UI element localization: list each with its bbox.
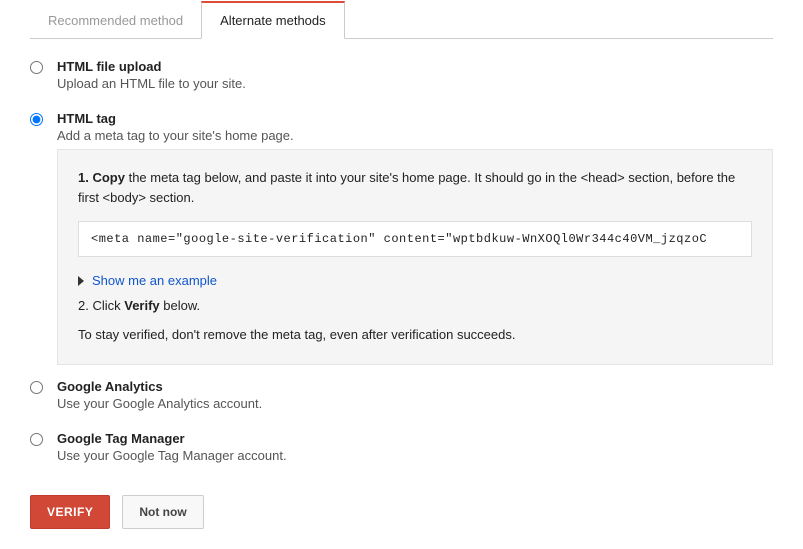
example-link-row: Show me an example	[78, 273, 752, 288]
step2-bold: Verify	[124, 298, 159, 313]
tab-alternate[interactable]: Alternate methods	[201, 1, 345, 39]
option-desc: Use your Google Tag Manager account.	[57, 448, 773, 463]
stay-verified-text: To stay verified, don't remove the meta …	[78, 327, 752, 342]
show-example-link[interactable]: Show me an example	[92, 273, 217, 288]
option-title: Google Tag Manager	[57, 431, 773, 446]
not-now-button[interactable]: Not now	[122, 495, 203, 529]
step1-rest: the meta tag below, and paste it into yo…	[78, 170, 735, 205]
option-desc: Upload an HTML file to your site.	[57, 76, 773, 91]
option-title: HTML tag	[57, 111, 773, 126]
step2-pre: 2. Click	[78, 298, 124, 313]
tab-recommended[interactable]: Recommended method	[30, 1, 201, 39]
meta-code-box[interactable]: <meta name="google-site-verification" co…	[78, 221, 752, 257]
step2-text: 2. Click Verify below.	[78, 298, 752, 313]
option-tag-manager[interactable]: Google Tag Manager Use your Google Tag M…	[30, 431, 773, 469]
detail-box: 1. Copy the meta tag below, and paste it…	[57, 149, 773, 365]
radio-html-file[interactable]	[30, 61, 43, 74]
option-analytics[interactable]: Google Analytics Use your Google Analyti…	[30, 379, 773, 417]
triangle-right-icon	[78, 276, 84, 286]
option-desc: Add a meta tag to your site's home page.	[57, 128, 773, 143]
step2-post: below.	[160, 298, 200, 313]
step1-text: 1. Copy the meta tag below, and paste it…	[78, 168, 752, 207]
radio-analytics[interactable]	[30, 381, 43, 394]
verify-button[interactable]: VERIFY	[30, 495, 110, 529]
tabs-bar: Recommended method Alternate methods	[30, 0, 773, 39]
option-html-tag[interactable]: HTML tag Add a meta tag to your site's h…	[30, 111, 773, 365]
option-html-file[interactable]: HTML file upload Upload an HTML file to …	[30, 59, 773, 97]
option-title: Google Analytics	[57, 379, 773, 394]
action-buttons: VERIFY Not now	[30, 495, 773, 529]
option-title: HTML file upload	[57, 59, 773, 74]
radio-tag-manager[interactable]	[30, 433, 43, 446]
step1-bold: 1. Copy	[78, 170, 125, 185]
option-desc: Use your Google Analytics account.	[57, 396, 773, 411]
radio-html-tag[interactable]	[30, 113, 43, 126]
